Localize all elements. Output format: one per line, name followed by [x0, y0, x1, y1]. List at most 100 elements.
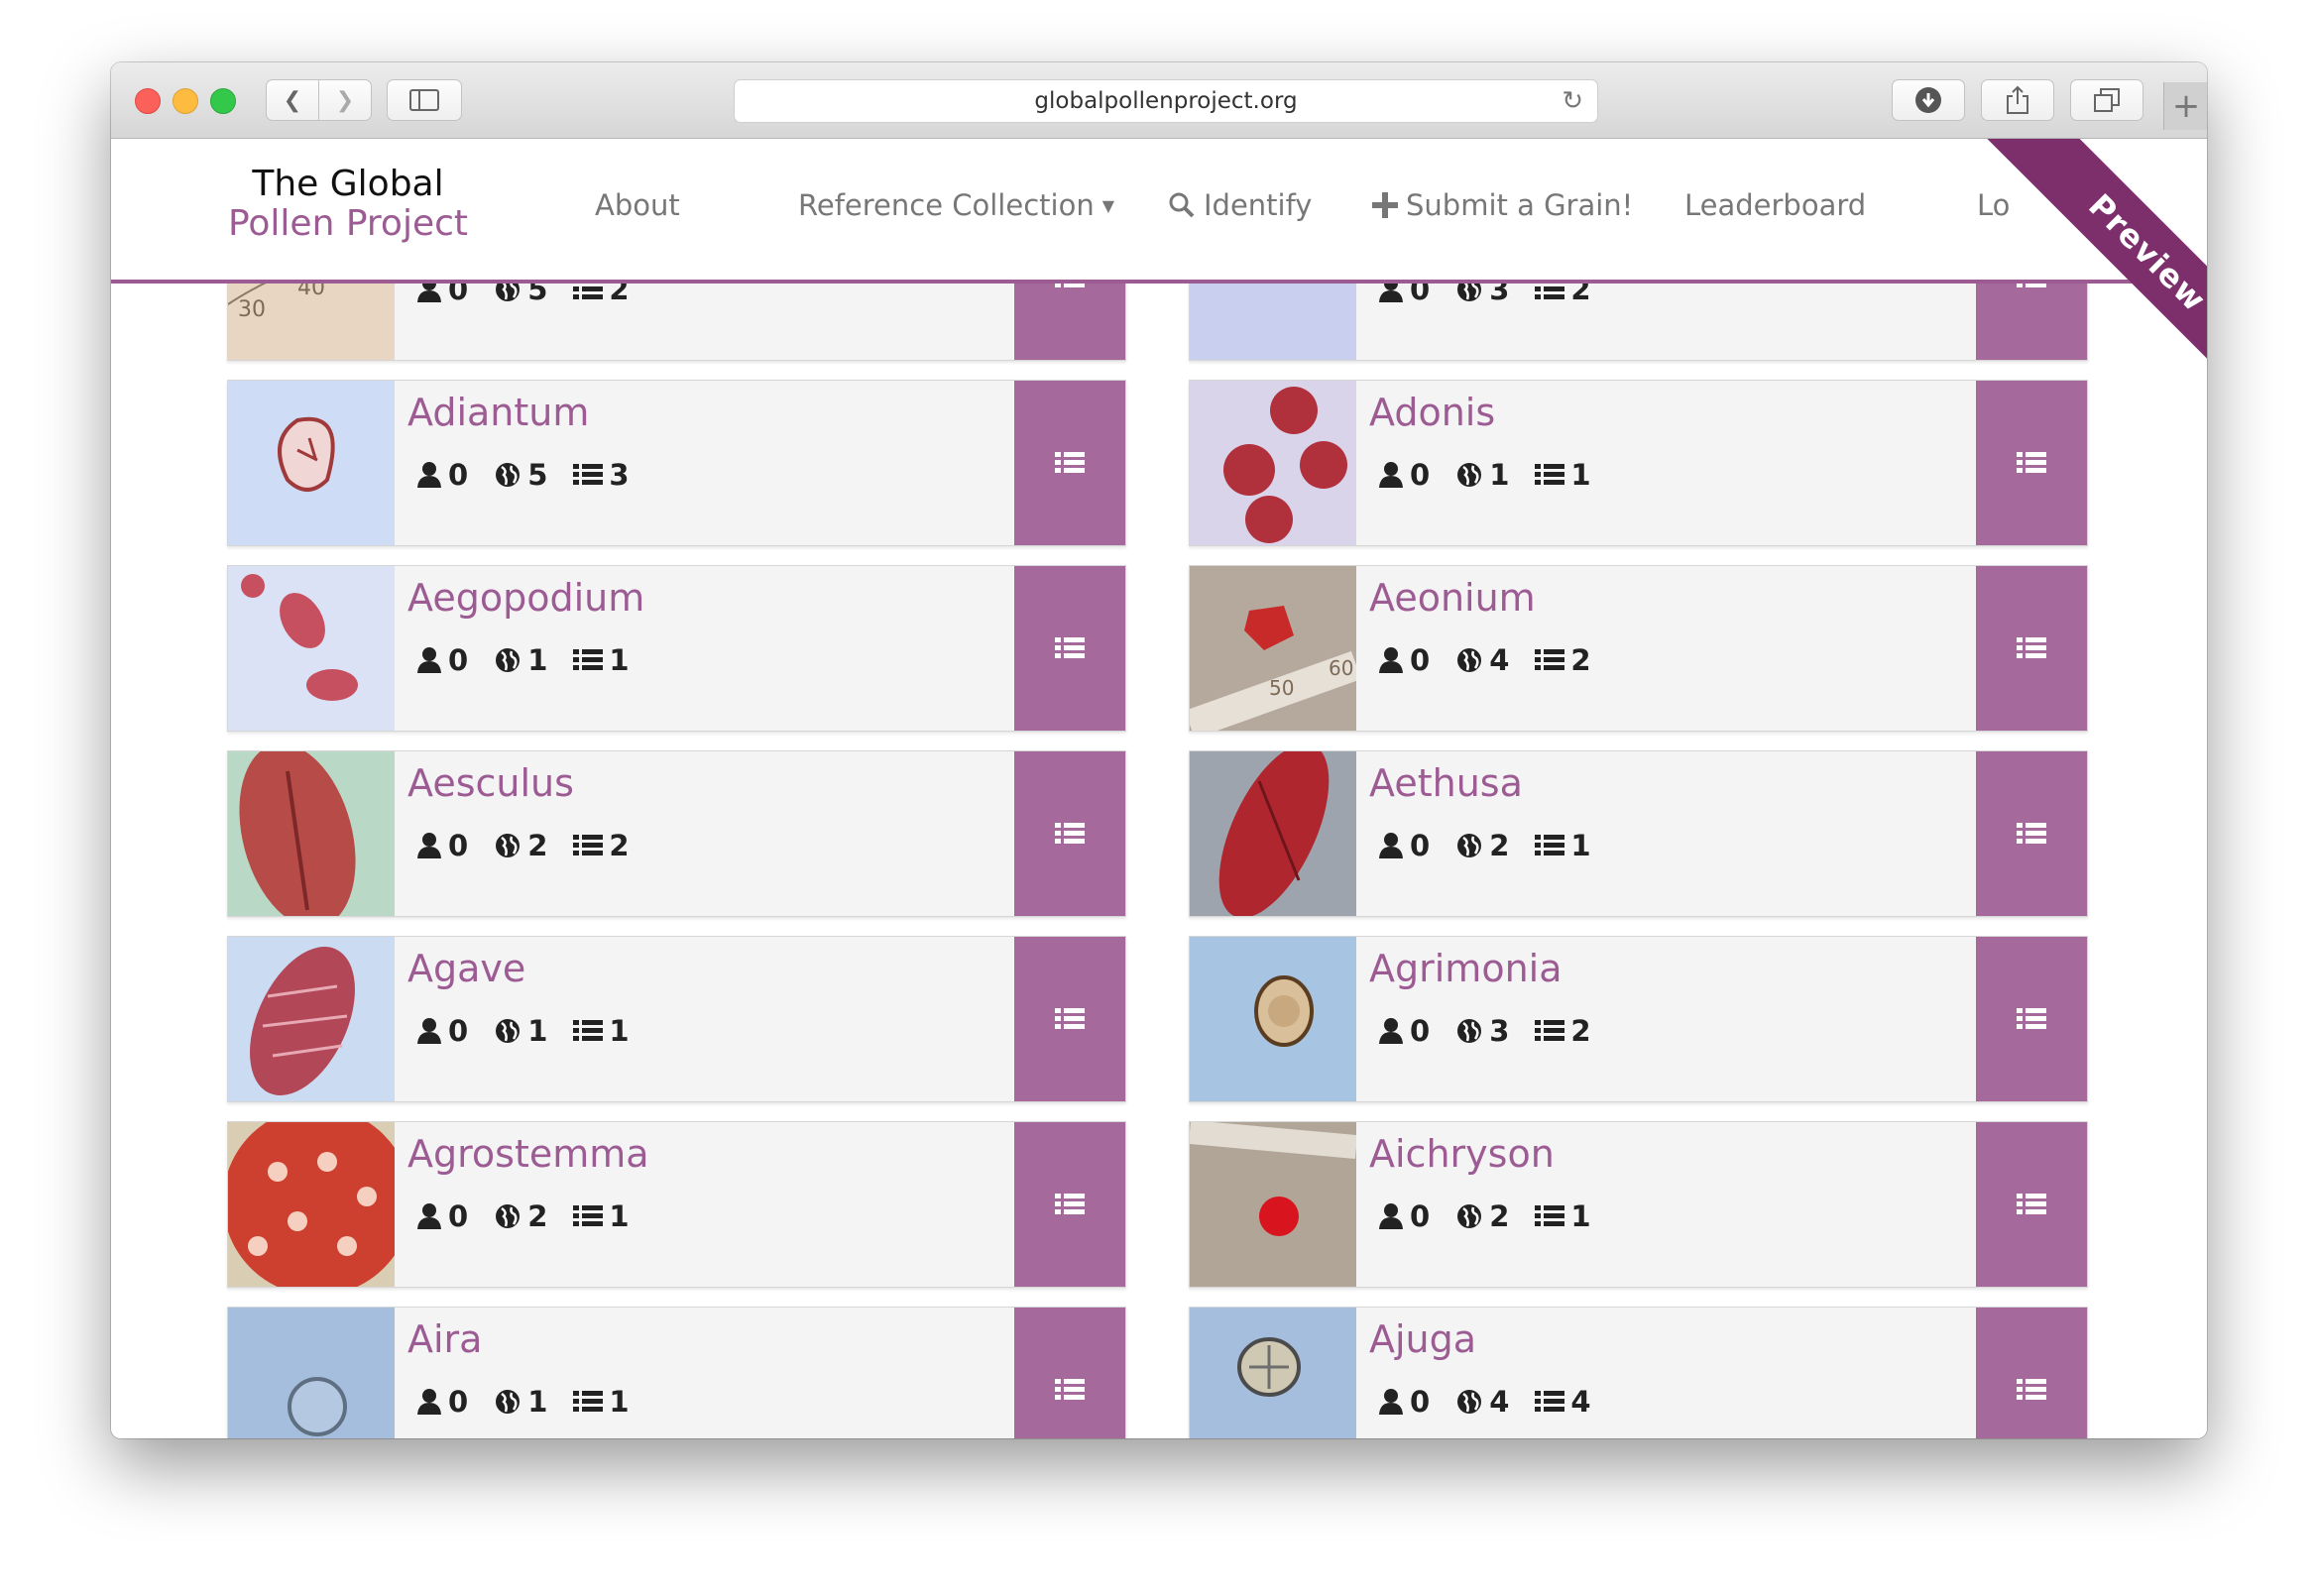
pollen-thumbnail[interactable]	[228, 751, 395, 916]
taxon-card[interactable]: Aethusa 0 2 1	[1189, 750, 2088, 917]
view-records-button[interactable]	[1976, 566, 2087, 731]
stat-records-value: 4	[1570, 1385, 1591, 1419]
list-icon	[2017, 452, 2046, 473]
pollen-thumbnail[interactable]	[228, 381, 395, 545]
minimize-window-button[interactable]	[173, 88, 198, 114]
stat-users: 0	[416, 1199, 468, 1233]
view-records-button[interactable]	[1976, 937, 2087, 1101]
view-records-button[interactable]	[1976, 751, 2087, 916]
taxon-card[interactable]: Aegopodium 0 1 1	[227, 565, 1126, 732]
nav-submit-grain[interactable]: Submit a Grain!	[1372, 188, 1633, 222]
stat-users-value: 0	[448, 829, 469, 862]
taxon-name[interactable]: Aichryson	[1369, 1132, 1555, 1176]
taxon-card[interactable]: Aira 0 1 1	[227, 1307, 1126, 1438]
taxon-card[interactable]: Aichryson 0 2 1	[1189, 1121, 2088, 1288]
preview-ribbon: Preview	[1919, 139, 2207, 426]
stat-users-value: 0	[1410, 1199, 1431, 1233]
stat-regions-value: 3	[1489, 1014, 1510, 1048]
stat-users: 0	[416, 643, 468, 677]
taxon-name[interactable]: Aethusa	[1369, 761, 1523, 805]
stat-users-value: 0	[448, 643, 469, 677]
pollen-thumbnail[interactable]	[1190, 937, 1356, 1101]
taxon-name[interactable]: Agave	[407, 947, 525, 990]
list-icon	[2017, 823, 2046, 844]
taxon-name[interactable]: Agrostemma	[407, 1132, 649, 1176]
list-icon	[573, 649, 604, 670]
pollen-thumbnail[interactable]	[1190, 1308, 1356, 1438]
nav-about[interactable]: About	[595, 188, 680, 222]
back-button[interactable]: ❮	[266, 79, 319, 121]
view-records-button[interactable]	[1014, 751, 1125, 916]
taxon-card[interactable]: 50 60 Aeonium 0 4 2	[1189, 565, 2088, 732]
view-records-button[interactable]	[1014, 1308, 1125, 1438]
view-records-button[interactable]	[1976, 1308, 2087, 1438]
stat-records-value: 1	[609, 1199, 630, 1233]
taxon-stats: 0 1 1	[1378, 458, 1591, 492]
view-records-button[interactable]	[1014, 566, 1125, 731]
taxon-card[interactable]: Agrostemma 0 2 1	[227, 1121, 1126, 1288]
nav-about-label: About	[595, 188, 680, 222]
stat-records: 1	[573, 1199, 630, 1233]
pollen-thumbnail[interactable]	[1190, 1122, 1356, 1287]
fullscreen-window-button[interactable]	[210, 88, 236, 114]
taxon-card[interactable]: Aesculus 0 2 2	[227, 750, 1126, 917]
list-icon	[573, 835, 604, 855]
browser-window: ❮ ❯ globalpollenproject.org ↻ + 30 40 0 …	[111, 62, 2207, 1438]
globe-icon	[496, 1019, 521, 1043]
sidebar-toggle-button[interactable]	[387, 79, 462, 121]
user-icon	[1379, 1389, 1403, 1415]
view-records-button[interactable]	[1014, 381, 1125, 545]
pollen-thumbnail[interactable]	[228, 1308, 395, 1438]
url-text: globalpollenproject.org	[1034, 88, 1298, 114]
pollen-thumbnail[interactable]: 50 60	[1190, 566, 1356, 731]
taxon-name[interactable]: Aeonium	[1369, 576, 1536, 620]
taxon-name[interactable]: Adiantum	[407, 391, 589, 434]
view-records-button[interactable]	[1976, 1122, 2087, 1287]
share-button[interactable]	[1981, 79, 2054, 121]
reload-icon[interactable]: ↻	[1562, 86, 1583, 116]
close-window-button[interactable]	[135, 88, 161, 114]
pollen-thumbnail[interactable]	[228, 937, 395, 1101]
taxon-name[interactable]: Agrimonia	[1369, 947, 1563, 990]
downloads-button[interactable]	[1892, 79, 1965, 121]
pollen-thumbnail[interactable]	[228, 566, 395, 731]
stat-records: 1	[573, 1014, 630, 1048]
view-records-button[interactable]	[1014, 1122, 1125, 1287]
taxon-name[interactable]: Aesculus	[407, 761, 574, 805]
pollen-thumbnail[interactable]	[1190, 381, 1356, 545]
nav-identify[interactable]: Identify	[1168, 188, 1312, 222]
stat-records: 3	[573, 458, 630, 492]
stat-records-value: 1	[1570, 829, 1591, 862]
taxon-name[interactable]: Ajuga	[1369, 1317, 1476, 1361]
stat-regions-value: 1	[527, 643, 548, 677]
taxon-card[interactable]: Agrimonia 0 3 2	[1189, 936, 2088, 1102]
address-bar[interactable]: globalpollenproject.org ↻	[734, 79, 1598, 123]
view-records-button[interactable]	[1014, 937, 1125, 1101]
pollen-thumbnail[interactable]	[1190, 751, 1356, 916]
stat-users: 0	[416, 829, 468, 862]
taxon-name[interactable]: Aira	[407, 1317, 482, 1361]
taxon-card[interactable]: Agave 0 1 1	[227, 936, 1126, 1102]
nav-leaderboard[interactable]: Leaderboard	[1684, 188, 1866, 222]
taxon-stats: 0 4 2	[1378, 643, 1591, 677]
nav-reference-collection[interactable]: Reference Collection ▼	[798, 188, 1114, 222]
taxon-card[interactable]: Ajuga 0 4 4	[1189, 1307, 2088, 1438]
show-tabs-button[interactable]	[2070, 79, 2143, 121]
globe-icon	[1457, 1019, 1482, 1043]
forward-button[interactable]: ❯	[318, 79, 372, 121]
globe-icon	[496, 463, 521, 487]
stat-records: 1	[573, 643, 630, 677]
pollen-thumbnail[interactable]	[228, 1122, 395, 1287]
taxon-card[interactable]: Adiantum 0 5 3	[227, 380, 1126, 546]
globe-icon	[496, 1204, 521, 1228]
list-icon	[573, 1205, 604, 1226]
taxon-name[interactable]: Adonis	[1369, 391, 1495, 434]
nav-identify-label: Identify	[1204, 188, 1313, 222]
stat-regions: 3	[1455, 1014, 1509, 1048]
taxon-name[interactable]: Aegopodium	[407, 576, 644, 620]
plus-icon: +	[2171, 86, 2201, 126]
site-brand[interactable]: The Global Pollen Project	[222, 165, 474, 244]
new-tab-button[interactable]: +	[2163, 82, 2207, 130]
user-icon	[1379, 462, 1403, 488]
stat-regions: 4	[1455, 1385, 1509, 1419]
